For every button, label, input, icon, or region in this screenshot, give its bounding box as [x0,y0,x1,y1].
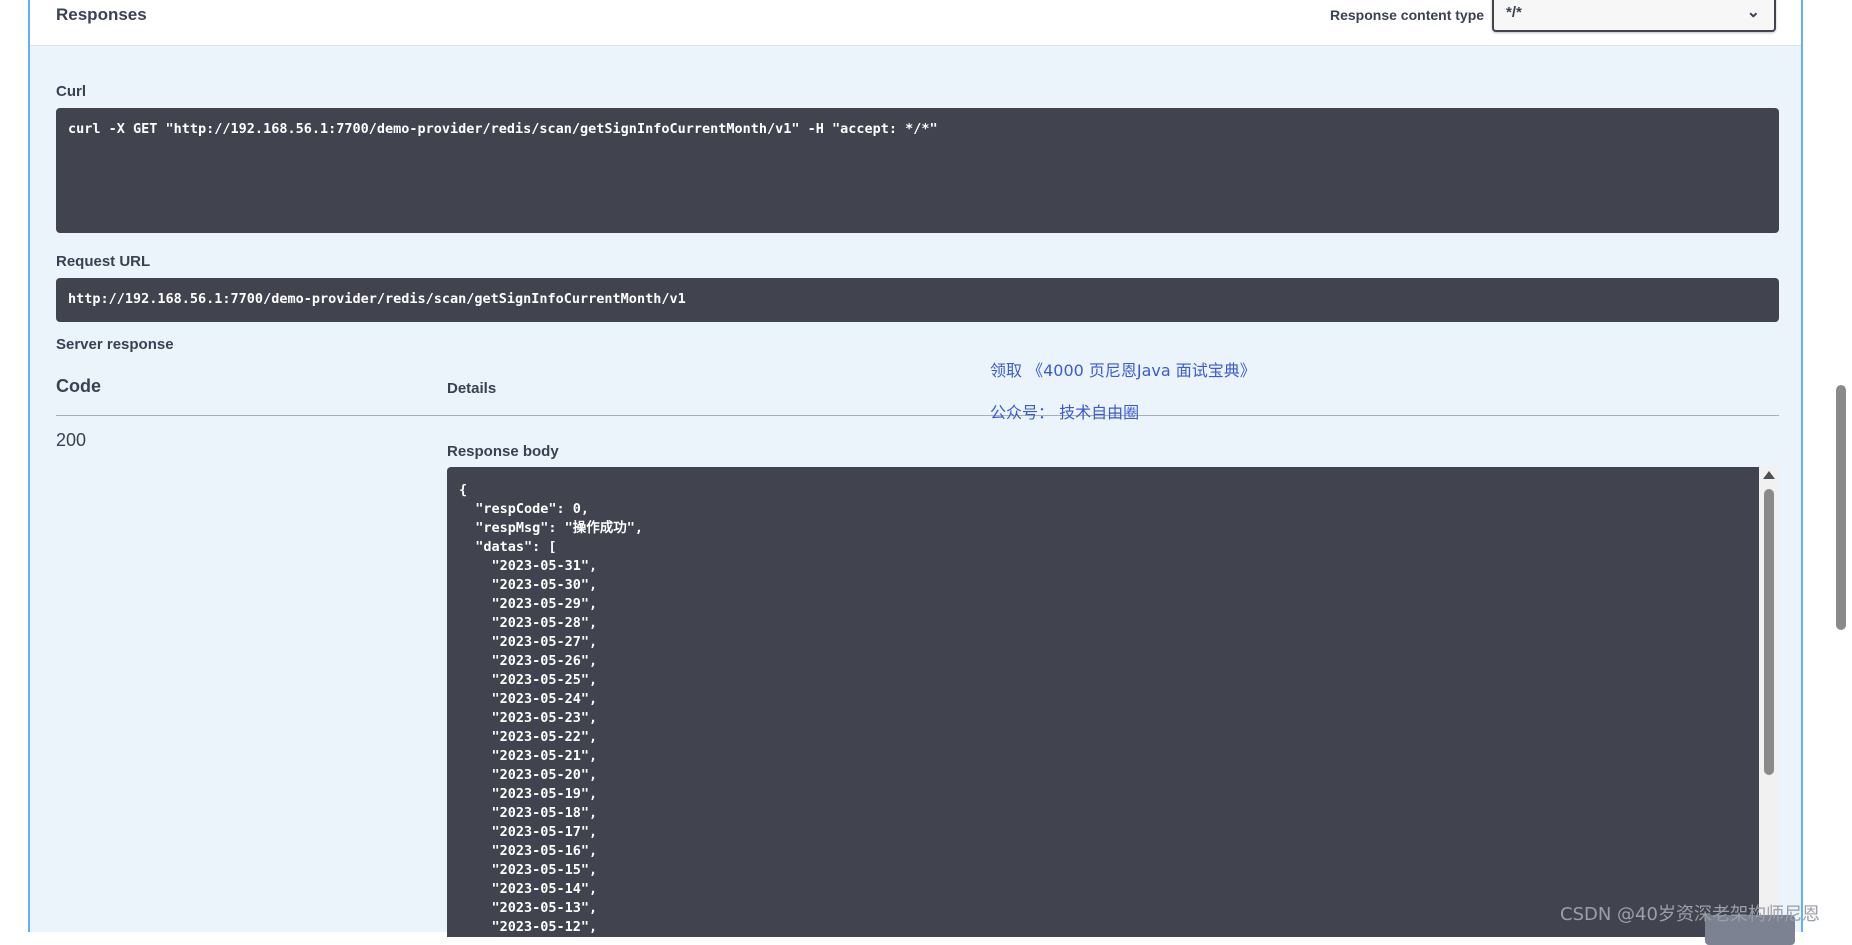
response-body-line: "2023-05-20", [459,767,598,783]
server-response-label: Server response [56,336,174,353]
response-body-line: "respCode": 0, [459,501,590,517]
response-body-line: "2023-05-18", [459,805,598,821]
response-body-line: "2023-05-22", [459,729,598,745]
response-body-line: "2023-05-12", [459,919,598,935]
promo-link-book[interactable]: 领取 《4000 页尼恩Java 面试宝典》 [990,357,1256,381]
response-body-line: "2023-05-24", [459,691,598,707]
table-divider [56,415,1779,416]
curl-command-box[interactable]: curl -X GET "http://192.168.56.1:7700/de… [56,108,1779,233]
response-body-line: "2023-05-31", [459,558,598,574]
response-body-line: "2023-05-14", [459,881,598,897]
response-body-line: "2023-05-29", [459,596,598,612]
response-body-scrollbar[interactable] [1759,467,1779,937]
response-body-line: "2023-05-21", [459,748,598,764]
response-body-line: { [459,482,468,498]
response-content-type-select[interactable]: */* ⌄ [1492,0,1776,32]
response-body-line: "2023-05-19", [459,786,598,802]
scrollbar-thumb[interactable] [1764,489,1774,775]
responses-title: Responses [56,5,147,24]
response-content-type-value: */* [1506,4,1522,21]
response-body-line: "2023-05-25", [459,672,598,688]
scroll-up-arrow-icon[interactable] [1763,471,1775,479]
code-column-header: Code [56,376,101,396]
responses-header: Responses Response content type */* ⌄ [30,0,1801,46]
response-body[interactable]: { "respCode": 0, "respMsg": "操作成功", "dat… [447,467,1759,937]
response-body-line: "2023-05-16", [459,843,598,859]
response-body-line: "respMsg": "操作成功", [459,520,644,536]
response-body-line: "2023-05-17", [459,824,598,840]
response-body-line: "2023-05-26", [459,653,598,669]
response-body-label: Response body [447,443,559,460]
response-content-type-label: Response content type [1330,7,1485,23]
curl-label: Curl [56,83,86,100]
response-body-line: "datas": [ [459,539,557,555]
status-code: 200 [56,430,87,450]
operation-block: Responses Response content type */* ⌄ Cu… [28,0,1803,945]
curl-command: curl -X GET "http://192.168.56.1:7700/de… [68,121,938,137]
response-body-line: "2023-05-28", [459,615,598,631]
response-body-line: "2023-05-30", [459,577,598,593]
request-url-label: Request URL [56,253,151,270]
promo-link-account[interactable]: 公众号： 技术自由圈 [990,399,1139,423]
watermark: CSDN @40岁资深老架构师尼恩 [1560,904,1820,925]
request-url-box[interactable]: http://192.168.56.1:7700/demo-provider/r… [56,278,1779,322]
response-body-line: "2023-05-27", [459,634,598,650]
page-scrollbar-thumb[interactable] [1836,385,1846,630]
chevron-down-icon: ⌄ [1746,4,1760,21]
response-body-line: "2023-05-13", [459,900,598,916]
request-url-value: http://192.168.56.1:7700/demo-provider/r… [68,291,686,307]
response-body-line: "2023-05-23", [459,710,598,726]
details-column-header: Details [447,380,497,397]
response-body-line: "2023-05-15", [459,862,598,878]
